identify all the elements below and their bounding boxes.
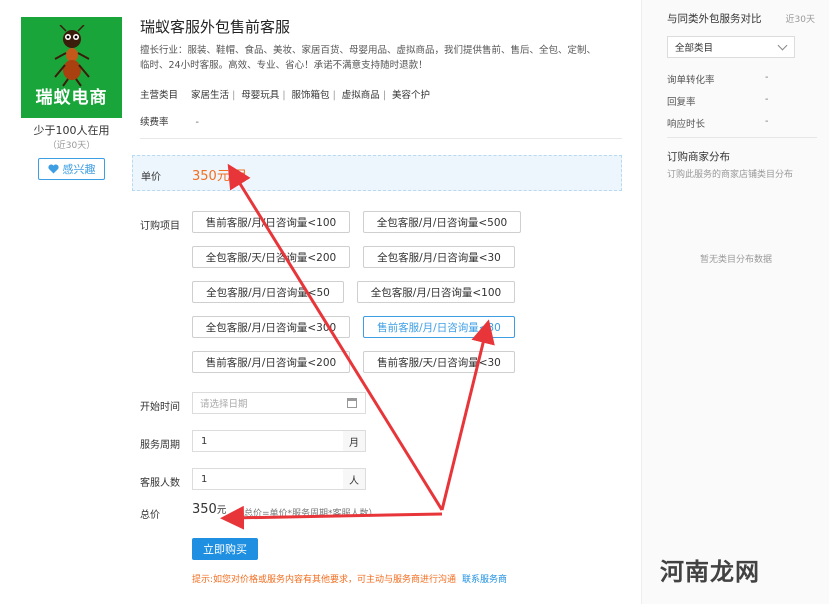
total-unit: 元 [216, 505, 227, 516]
chevron-down-icon [777, 40, 788, 51]
metric-row: 询单转化率 - [667, 72, 807, 86]
calendar-icon [347, 398, 357, 408]
product-description: 擅长行业：服装、鞋帽、食品、美妆、家居百货、母婴用品、虚拟商品，我们提供售前、售… [140, 45, 597, 71]
metric-row: 回复率 - [667, 94, 807, 108]
price-value: 350元/月 [192, 169, 248, 184]
divider [140, 138, 622, 139]
category-item: 家居生活 [191, 90, 230, 101]
users-count: 少于100人在用 [33, 124, 110, 137]
sidebar-title: 与同类外包服务对比 [667, 13, 762, 25]
watermark-text: 河南龙网 [660, 558, 760, 586]
option-button[interactable]: 全包客服/月/日咨询量<50 [192, 281, 344, 303]
tip-message: 提示:如您对价格或服务内容有其他要求，可主动与服务商进行沟通 [192, 575, 457, 585]
heart-icon [47, 164, 59, 174]
interest-button-label: 感兴趣 [62, 163, 96, 176]
options-label: 订购项目 [140, 221, 180, 232]
metric-label: 响应时长 [667, 119, 706, 130]
category-select-value: 全部类目 [675, 43, 714, 54]
sidebar-divider [667, 137, 817, 138]
option-button[interactable]: 全包客服/月/日咨询量<30 [363, 246, 515, 268]
metric-value: - [765, 116, 769, 127]
main-categories-label: 主营类目 [140, 90, 179, 101]
page-title: 瑞蚁客服外包售前客服 [140, 18, 291, 36]
staff-count-unit: 人 [343, 468, 366, 490]
total-label: 总价 [140, 510, 160, 521]
shop-logo: 瑞蚁电商 [21, 17, 122, 118]
interest-button[interactable]: 感兴趣 [38, 158, 105, 180]
service-period-label: 服务周期 [140, 440, 180, 451]
metric-label: 回复率 [667, 97, 696, 108]
total-value: 350元 [192, 502, 226, 517]
service-period-input[interactable]: 1 [192, 430, 344, 452]
option-button[interactable]: 售前客服/月/日咨询量<200 [192, 351, 350, 373]
tip-text: 提示:如您对价格或服务内容有其他要求，可主动与服务商进行沟通 联系服务商 [192, 572, 507, 585]
distribution-title: 订购商家分布 [667, 151, 730, 163]
category-item: 虚拟商品 [341, 90, 380, 101]
start-time-label: 开始时间 [140, 402, 180, 413]
renewal-row: 续费率 - [140, 114, 199, 128]
metric-row: 响应时长 - [667, 116, 807, 130]
staff-count-label: 客服人数 [140, 478, 180, 489]
staff-count-input[interactable]: 1 [192, 468, 344, 490]
metric-value: - [765, 94, 769, 105]
start-date-placeholder: 请选择日期 [200, 399, 248, 410]
main-categories: 主营类目 家居生活 | 母婴玩具 | 服饰箱包 | 虚拟商品 | 美容个护 [140, 90, 431, 101]
contact-provider-link[interactable]: 联系服务商 [462, 575, 507, 585]
start-date-input[interactable]: 请选择日期 [192, 392, 366, 414]
renewal-value: - [195, 117, 199, 128]
price-label: 单价 [141, 172, 161, 183]
category-select[interactable]: 全部类目 [667, 36, 795, 58]
category-item: 服饰箱包 [291, 90, 330, 101]
buy-now-button[interactable]: 立即购买 [192, 538, 258, 560]
option-button[interactable]: 全包客服/月/日咨询量<100 [357, 281, 515, 303]
ant-mascot-icon [54, 25, 90, 87]
distribution-empty-text: 暂无类目分布数据 [699, 255, 772, 265]
service-period-unit: 月 [343, 430, 366, 452]
option-button[interactable]: 售前客服/月/日咨询量<100 [192, 211, 350, 233]
total-formula: （总价=单价*服务周期*客服人数） [235, 509, 378, 519]
category-item: 母婴玩具 [241, 90, 280, 101]
metric-label: 询单转化率 [667, 75, 715, 86]
total-amount: 350 [192, 502, 217, 517]
distribution-description: 订购此服务的商家店铺类目分布 [667, 170, 794, 180]
metric-value: - [765, 72, 769, 83]
sidebar-period: 近30天 [785, 15, 815, 25]
option-button[interactable]: 全包客服/天/日咨询量<200 [192, 246, 350, 268]
renewal-label: 续费率 [140, 117, 169, 128]
option-button[interactable]: 全包客服/月/日咨询量<500 [363, 211, 521, 233]
users-period: （近30天） [47, 141, 96, 151]
option-button[interactable]: 全包客服/月/日咨询量<300 [192, 316, 350, 338]
category-item: 美容个护 [392, 90, 431, 101]
price-band: 单价 350元/月 [132, 155, 622, 191]
option-button-selected[interactable]: 售前客服/月/日咨询量<30 [363, 316, 515, 338]
comparison-sidebar: 与同类外包服务对比 近30天 全部类目 询单转化率 - 回复率 - 响应时长 -… [641, 0, 829, 604]
option-button[interactable]: 售前客服/天/日咨询量<30 [363, 351, 515, 373]
logo-text: 瑞蚁电商 [35, 88, 108, 108]
